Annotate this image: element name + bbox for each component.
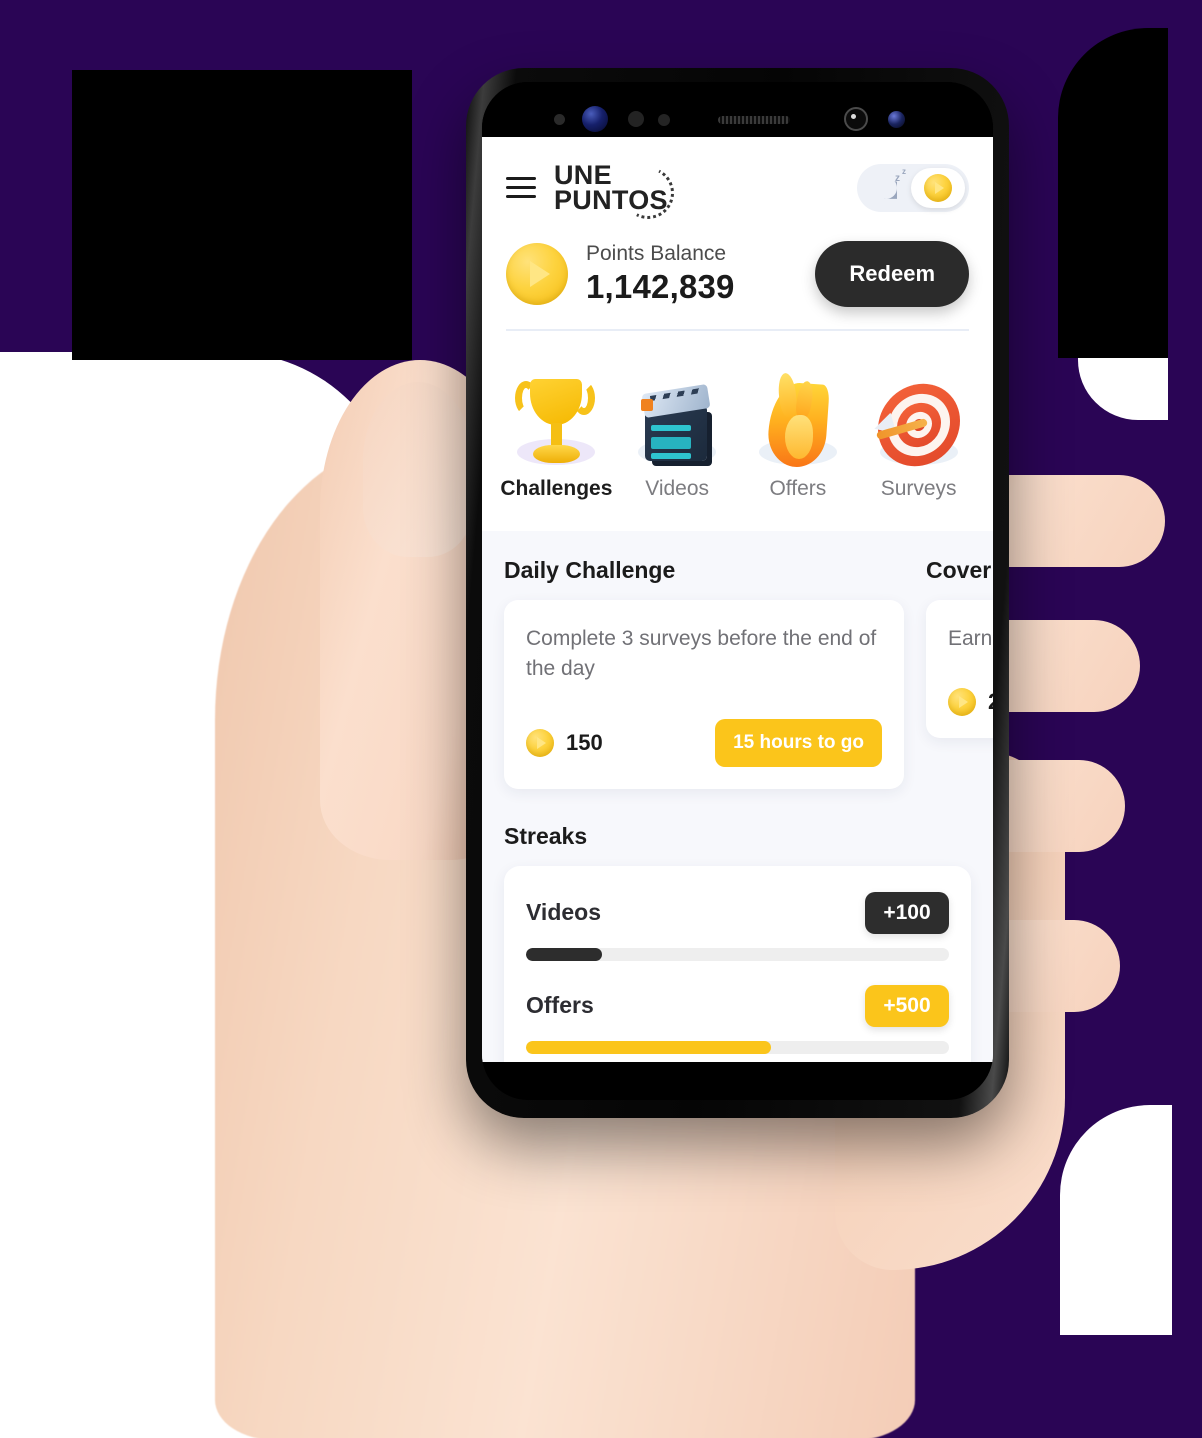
earpiece-speaker-icon	[718, 116, 790, 124]
streak-row[interactable]: Offers +500	[526, 984, 949, 1054]
points-balance-label: Points Balance	[586, 241, 727, 265]
hamburger-menu-icon[interactable]	[506, 177, 536, 199]
background-black-block-top-right	[1058, 28, 1168, 358]
streaks-title: Streaks	[504, 822, 588, 849]
streak-progress-track	[526, 947, 949, 961]
coin-icon	[948, 688, 976, 717]
moon-sleep-icon: z z	[873, 167, 906, 199]
coin-icon	[526, 728, 554, 757]
challenge-cards-carousel[interactable]: Daily Challenge Complete 3 surveys befor…	[482, 557, 993, 789]
moon-z-tiny-icon: z	[902, 166, 906, 176]
streak-name: Videos	[526, 899, 601, 926]
phone-device: UNE PUNTOS z z Points Balance 1,142,839 …	[466, 68, 1009, 1118]
cover-challenge-footer: 2,	[948, 688, 993, 717]
streak-progress-fill	[526, 947, 603, 961]
coin-icon	[506, 242, 568, 305]
target-icon	[864, 353, 974, 471]
category-nav: Challenges Videos Offers Surveys	[482, 330, 993, 531]
dark-mode-option[interactable]: z z	[861, 167, 911, 199]
content-area: Daily Challenge Complete 3 surveys befor…	[482, 530, 993, 1062]
category-item-offers[interactable]: Offers	[738, 353, 859, 501]
proximity-sensor-icon	[628, 111, 644, 127]
trophy-icon	[501, 353, 611, 471]
cover-challenge-column: Cover S Earn 2 your l 2,	[926, 557, 993, 789]
cover-challenge-description: Earn 2 your l	[948, 626, 993, 650]
daily-challenge-description: Complete 3 surveys before the end of the…	[526, 626, 877, 681]
streak-row[interactable]: Videos +100	[526, 891, 949, 961]
daily-challenge-card[interactable]: Complete 3 surveys before the end of the…	[504, 599, 904, 789]
daily-challenge-footer: 150 15 hours to go	[526, 718, 882, 767]
streak-progress-track	[526, 1040, 949, 1054]
streak-badge: +100	[865, 891, 949, 934]
category-label: Surveys	[880, 476, 957, 500]
streaks-card: Videos +100 Offers +500	[504, 865, 971, 1062]
streaks-section: Streaks Videos +100 Offers +500	[482, 789, 993, 1062]
category-item-challenges[interactable]: Challenges	[496, 353, 617, 501]
background-black-block-top-left	[72, 70, 412, 360]
points-value: 150	[566, 729, 603, 755]
streak-name: Offers	[526, 992, 594, 1019]
coin-icon	[924, 173, 952, 202]
daily-challenge-title: Daily Challenge	[504, 556, 676, 583]
balance-text-group: Points Balance 1,142,839	[586, 242, 797, 306]
phone-screen-frame: UNE PUNTOS z z Points Balance 1,142,839 …	[482, 82, 993, 1100]
header-left-group: UNE PUNTOS	[506, 160, 681, 226]
background-white-blob-left	[0, 352, 400, 1438]
clapperboard-icon	[622, 353, 732, 471]
category-item-surveys[interactable]: Surveys	[858, 353, 979, 501]
cover-challenge-title: Cover S	[926, 556, 993, 583]
daily-challenge-points: 150	[526, 728, 603, 757]
redeem-button[interactable]: Redeem	[815, 240, 969, 307]
theme-mode-toggle[interactable]: z z	[857, 163, 969, 212]
app-screen: UNE PUNTOS z z Points Balance 1,142,839 …	[482, 137, 993, 1062]
category-label: Videos	[645, 476, 710, 500]
challenge-countdown-button[interactable]: 15 hours to go	[715, 718, 882, 767]
daily-challenge-column: Daily Challenge Complete 3 surveys befor…	[504, 557, 904, 789]
light-sensor-icon	[658, 114, 670, 126]
category-label: Offers	[769, 476, 827, 500]
front-camera-icon	[582, 106, 608, 132]
app-logo: UNE PUNTOS	[554, 160, 681, 226]
points-balance-row: Points Balance 1,142,839 Redeem	[482, 219, 993, 307]
phone-top-bezel	[482, 82, 993, 137]
flame-icon	[743, 353, 853, 471]
secondary-camera-icon	[888, 111, 905, 128]
points-value: 2,	[988, 689, 993, 715]
iris-scanner-icon	[844, 107, 868, 131]
light-mode-option[interactable]	[911, 167, 965, 208]
screenshot-stage: UNE PUNTOS z z Points Balance 1,142,839 …	[0, 0, 1202, 1438]
category-item-videos[interactable]: Videos	[617, 353, 738, 501]
sensor-dot-icon	[554, 114, 565, 125]
moon-z-small-icon: z	[895, 172, 900, 184]
streak-progress-fill	[526, 1040, 772, 1054]
category-label: Challenges	[500, 476, 613, 500]
app-header: UNE PUNTOS z z	[482, 137, 993, 226]
cover-challenge-points: 2,	[948, 688, 993, 717]
cover-challenge-card[interactable]: Earn 2 your l 2,	[926, 599, 993, 739]
streak-badge: +500	[865, 984, 949, 1027]
points-balance-value: 1,142,839	[586, 267, 735, 305]
